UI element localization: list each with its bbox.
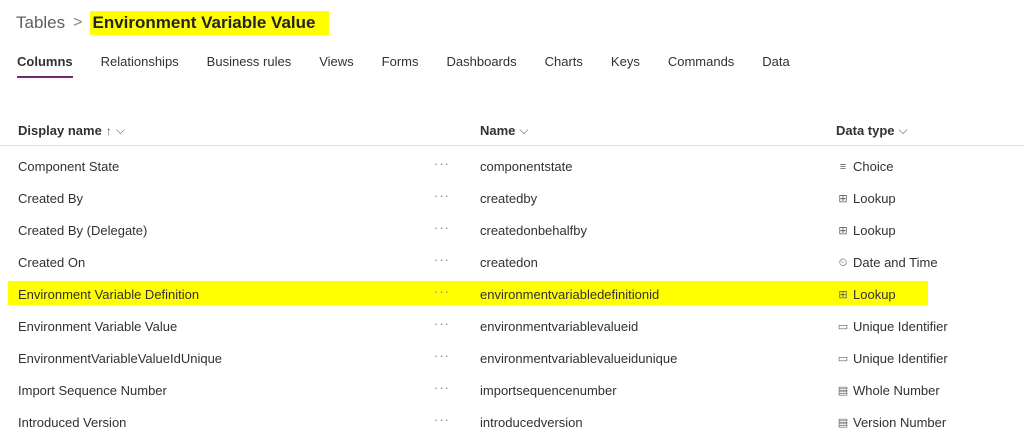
lookup-icon: ⊞ bbox=[838, 288, 848, 301]
columns-table-body: Component State ··· componentstate ≡ Choice C… bbox=[0, 152, 1024, 440]
more-options-icon[interactable]: ··· bbox=[434, 380, 450, 395]
data-type-label: Unique Identifier bbox=[853, 319, 948, 334]
column-header-data-type[interactable]: Data type ⌵ bbox=[836, 123, 908, 138]
data-type-label: Unique Identifier bbox=[853, 351, 948, 366]
lookup-icon: ⊞ bbox=[838, 192, 848, 205]
column-display-name[interactable]: Created By (Delegate) bbox=[18, 223, 147, 238]
tab-relationships[interactable]: Relationships bbox=[101, 54, 179, 76]
column-data-type: ⊞ Lookup bbox=[836, 287, 896, 302]
column-display-name[interactable]: Environment Variable Value bbox=[18, 319, 177, 334]
chevron-down-icon: ⌵ bbox=[898, 123, 908, 137]
more-options-icon[interactable]: ··· bbox=[434, 316, 450, 331]
tab-columns[interactable]: Columns bbox=[17, 54, 73, 78]
more-options-icon[interactable]: ··· bbox=[434, 188, 450, 203]
tab-business-rules[interactable]: Business rules bbox=[207, 54, 292, 76]
table-row[interactable]: Environment Variable Definition ··· enviro… bbox=[0, 280, 1024, 312]
name-header-label: Name bbox=[480, 123, 516, 138]
table-row[interactable]: Introduced Version ··· introducedversion ▤ V… bbox=[0, 408, 1024, 440]
column-display-name[interactable]: EnvironmentVariableValueIdUnique bbox=[18, 351, 222, 366]
tab-forms[interactable]: Forms bbox=[382, 54, 419, 76]
choice-icon: ≡ bbox=[839, 160, 847, 173]
whole-number-icon: ▤ bbox=[837, 384, 849, 397]
column-display-name[interactable]: Component State bbox=[18, 159, 119, 174]
column-logical-name: environmentvariabledefinitionid bbox=[480, 287, 660, 302]
chevron-down-icon: ⌵ bbox=[115, 123, 125, 137]
tab-keys[interactable]: Keys bbox=[611, 54, 640, 76]
column-display-name[interactable]: Created By bbox=[18, 191, 83, 206]
tab-commands[interactable]: Commands bbox=[668, 54, 734, 76]
column-header-name[interactable]: Name ⌵ bbox=[480, 123, 529, 138]
lookup-icon: ⊞ bbox=[838, 224, 848, 237]
more-options-icon[interactable]: ··· bbox=[434, 412, 450, 427]
column-display-name[interactable]: Introduced Version bbox=[18, 415, 126, 430]
breadcrumb-separator: > bbox=[73, 14, 83, 31]
column-data-type: ⊞ Lookup bbox=[836, 223, 896, 238]
column-data-type: ▤ Whole Number bbox=[836, 383, 940, 398]
column-logical-name: componentstate bbox=[480, 159, 573, 174]
data-type-header-label: Data type bbox=[836, 123, 895, 138]
sort-ascending-icon: ↑ bbox=[105, 123, 112, 138]
column-display-name[interactable]: Created On bbox=[18, 255, 85, 270]
unique-identifier-icon: ▭ bbox=[837, 352, 849, 365]
column-logical-name: environmentvariablevalueidunique bbox=[480, 351, 678, 366]
more-options-icon[interactable]: ··· bbox=[434, 348, 450, 363]
table-row[interactable]: Created By ··· createdby ⊞ Lookup bbox=[0, 184, 1024, 216]
column-logical-name: importsequencenumber bbox=[480, 383, 617, 398]
calendar-clock-icon: ⏲ bbox=[838, 256, 848, 269]
columns-table-header: Display name ↑ ⌵ Name ⌵ Data type ⌵ bbox=[0, 118, 1024, 146]
page-title: Environment Variable Value bbox=[90, 11, 330, 35]
tab-bar: Columns Relationships Business rules Views F… bbox=[17, 54, 818, 78]
column-logical-name: createdonbehalfby bbox=[480, 223, 587, 238]
more-options-icon[interactable]: ··· bbox=[434, 220, 450, 235]
column-header-display-name[interactable]: Display name ↑ ⌵ bbox=[18, 123, 125, 138]
column-display-name[interactable]: Import Sequence Number bbox=[18, 383, 167, 398]
data-type-label: Lookup bbox=[853, 223, 896, 238]
more-options-icon[interactable]: ··· bbox=[434, 284, 450, 299]
table-row[interactable]: Environment Variable Value ··· environment… bbox=[0, 312, 1024, 344]
breadcrumb: Tables > Environment Variable Value bbox=[16, 10, 330, 36]
data-type-label: Lookup bbox=[853, 287, 896, 302]
data-type-label: Version Number bbox=[853, 415, 947, 430]
table-row[interactable]: Import Sequence Number ··· importsequencen… bbox=[0, 376, 1024, 408]
breadcrumb-tables-link[interactable]: Tables bbox=[16, 13, 65, 33]
display-name-header-label: Display name bbox=[18, 123, 102, 138]
data-type-label: Lookup bbox=[853, 191, 896, 206]
table-row[interactable]: EnvironmentVariableValueIdUnique ··· envir… bbox=[0, 344, 1024, 376]
tab-charts[interactable]: Charts bbox=[545, 54, 583, 76]
column-data-type: ▤ Version Number bbox=[836, 415, 946, 430]
column-data-type: ⊞ Lookup bbox=[836, 191, 896, 206]
column-logical-name: createdby bbox=[480, 191, 538, 206]
column-data-type: ≡ Choice bbox=[836, 159, 894, 174]
table-row[interactable]: Component State ··· componentstate ≡ Choice bbox=[0, 152, 1024, 184]
more-options-icon[interactable]: ··· bbox=[434, 252, 450, 267]
tab-views[interactable]: Views bbox=[319, 54, 353, 76]
column-logical-name: introducedversion bbox=[480, 415, 583, 430]
column-data-type: ▭ Unique Identifier bbox=[836, 319, 948, 334]
table-row[interactable]: Created By (Delegate) ··· createdonbehalfb… bbox=[0, 216, 1024, 248]
tab-data[interactable]: Data bbox=[762, 54, 789, 76]
unique-identifier-icon: ▭ bbox=[837, 320, 849, 333]
column-data-type: ⏲ Date and Time bbox=[836, 255, 938, 270]
more-options-icon[interactable]: ··· bbox=[434, 156, 450, 171]
column-data-type: ▭ Unique Identifier bbox=[836, 351, 948, 366]
chevron-down-icon: ⌵ bbox=[519, 123, 529, 137]
data-type-label: Choice bbox=[853, 159, 894, 174]
table-row[interactable]: Created On ··· createdon ⏲ Date and Time bbox=[0, 248, 1024, 280]
data-type-label: Whole Number bbox=[853, 383, 940, 398]
column-logical-name: createdon bbox=[480, 255, 538, 270]
data-type-label: Date and Time bbox=[853, 255, 938, 270]
tab-dashboards[interactable]: Dashboards bbox=[447, 54, 517, 76]
column-display-name[interactable]: Environment Variable Definition bbox=[18, 287, 199, 302]
column-logical-name: environmentvariablevalueid bbox=[480, 319, 639, 334]
